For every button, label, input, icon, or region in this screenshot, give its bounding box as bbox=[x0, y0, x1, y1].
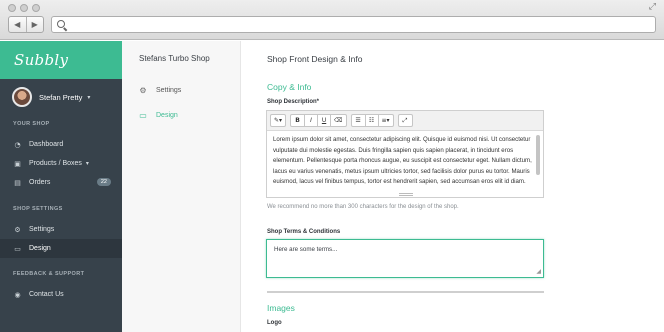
gear-icon: ⚙ bbox=[14, 225, 21, 234]
fullscreen-icon[interactable]: ⤢ bbox=[649, 2, 656, 12]
description-editor: ✎▾ B I U ⌫ ☰ ☷ ≡▾ ⤢ Lorem ipsum dolor si… bbox=[266, 110, 544, 198]
chevron-down-icon: ▾ bbox=[85, 161, 89, 167]
close-window-dot[interactable] bbox=[8, 4, 16, 12]
browser-chrome: ⤢ ◀ ▶ bbox=[0, 0, 664, 40]
history-nav: ◀ ▶ bbox=[8, 16, 44, 33]
sidebar-item-label: Orders bbox=[29, 179, 51, 186]
magic-style-button[interactable]: ✎▾ bbox=[271, 115, 285, 126]
sidebar-item-label: Products / Boxes bbox=[29, 160, 82, 167]
sidebar-item-orders[interactable]: ▤ Orders 22 bbox=[0, 173, 122, 192]
subnav-item-label: Design bbox=[156, 111, 178, 119]
minimize-window-dot[interactable] bbox=[20, 4, 28, 12]
view-group: ⤢ bbox=[397, 114, 413, 127]
logo-label: Logo bbox=[267, 320, 282, 326]
images-heading: Images bbox=[267, 303, 295, 313]
terms-value: Here are some terms... bbox=[274, 246, 338, 253]
description-textarea[interactable]: Lorem ipsum dolor sit amet, consectetur … bbox=[267, 131, 543, 189]
box-icon: ▣ bbox=[14, 159, 21, 168]
eraser-button[interactable]: ⌫ bbox=[330, 115, 345, 126]
editor-resize-handle[interactable] bbox=[399, 193, 413, 196]
editor-toolbar: ✎▾ B I U ⌫ ☰ ☷ ≡▾ ⤢ bbox=[267, 111, 543, 131]
shop-name: Stefans Turbo Shop bbox=[139, 54, 210, 63]
subnav-item-label: Settings bbox=[156, 86, 182, 94]
terms-textarea[interactable]: Here are some terms... ◢ bbox=[266, 239, 544, 278]
format-group: B I U ⌫ bbox=[290, 114, 347, 127]
section-divider bbox=[267, 291, 544, 293]
terms-label: Shop Terms & Conditions bbox=[267, 229, 341, 235]
main-content: Shop Front Design & Info Copy & Info Sho… bbox=[241, 41, 664, 332]
subnav-item-settings[interactable]: ⚙ Settings bbox=[122, 79, 240, 101]
underline-button[interactable]: U bbox=[317, 115, 330, 126]
page-title: Shop Front Design & Info bbox=[267, 54, 363, 64]
editor-scrollbar[interactable] bbox=[536, 135, 540, 175]
ordered-list-button[interactable]: ☷ bbox=[364, 115, 378, 126]
avatar bbox=[12, 87, 32, 107]
monitor-icon: ▭ bbox=[14, 244, 21, 253]
italic-button[interactable]: I bbox=[304, 115, 317, 126]
settings-subnav: Stefans Turbo Shop ⚙ Settings ▭ Design bbox=[122, 41, 241, 332]
section-feedback-support: FEEDBACK & SUPPORT bbox=[13, 271, 85, 277]
sidebar-item-label: Design bbox=[29, 245, 51, 252]
contact-icon: ◉ bbox=[14, 290, 21, 299]
user-menu[interactable]: Stefan Pretty ▾ bbox=[0, 79, 122, 115]
maximize-window-dot[interactable] bbox=[32, 4, 40, 12]
sidebar-item-settings[interactable]: ⚙ Settings bbox=[0, 220, 122, 239]
gear-icon: ⚙ bbox=[139, 85, 147, 95]
sidebar-item-design[interactable]: ▭ Design bbox=[0, 239, 122, 258]
align-dropdown-button[interactable]: ≡▾ bbox=[377, 115, 393, 126]
bold-button[interactable]: B bbox=[291, 115, 304, 126]
main-sidebar: Subbly Stefan Pretty ▾ YOUR SHOP ◔ Dashb… bbox=[0, 41, 122, 332]
brand-logo[interactable]: Subbly bbox=[14, 51, 68, 69]
style-group: ✎▾ bbox=[270, 114, 287, 127]
sidebar-item-label: Settings bbox=[29, 226, 55, 233]
user-name: Stefan Pretty bbox=[39, 92, 83, 102]
sidebar-item-products[interactable]: ▣ Products / Boxes ▾ bbox=[0, 154, 122, 173]
orders-count-badge: 22 bbox=[96, 178, 111, 186]
fullscreen-editor-button[interactable]: ⤢ bbox=[399, 115, 412, 126]
list-group: ☰ ☷ ≡▾ bbox=[350, 114, 394, 127]
back-button[interactable]: ◀ bbox=[9, 17, 26, 32]
sidebar-item-label: Contact Us bbox=[29, 291, 64, 298]
search-icon bbox=[57, 20, 65, 28]
forward-button[interactable]: ▶ bbox=[25, 17, 44, 32]
sidebar-item-contact-us[interactable]: ◉ Contact Us bbox=[0, 285, 122, 304]
address-bar[interactable] bbox=[51, 16, 656, 33]
subnav-item-design[interactable]: ▭ Design bbox=[122, 104, 240, 126]
sidebar-item-label: Dashboard bbox=[29, 141, 64, 148]
dashboard-icon: ◔ bbox=[14, 140, 21, 149]
brand-bar: Subbly bbox=[0, 41, 122, 79]
sidebar-item-dashboard[interactable]: ◔ Dashboard bbox=[0, 135, 122, 154]
chevron-down-icon: ▾ bbox=[87, 94, 91, 101]
section-shop-settings: SHOP SETTINGS bbox=[13, 206, 63, 212]
resize-grip-icon[interactable]: ◢ bbox=[536, 268, 541, 275]
section-your-shop: YOUR SHOP bbox=[13, 121, 50, 127]
description-hint: We recommend no more than 300 characters… bbox=[267, 204, 459, 210]
shop-description-label: Shop Description* bbox=[267, 99, 320, 105]
monitor-icon: ▭ bbox=[139, 110, 147, 120]
unordered-list-button[interactable]: ☰ bbox=[352, 115, 365, 126]
orders-icon: ▤ bbox=[14, 178, 21, 187]
copy-info-heading: Copy & Info bbox=[267, 82, 312, 92]
